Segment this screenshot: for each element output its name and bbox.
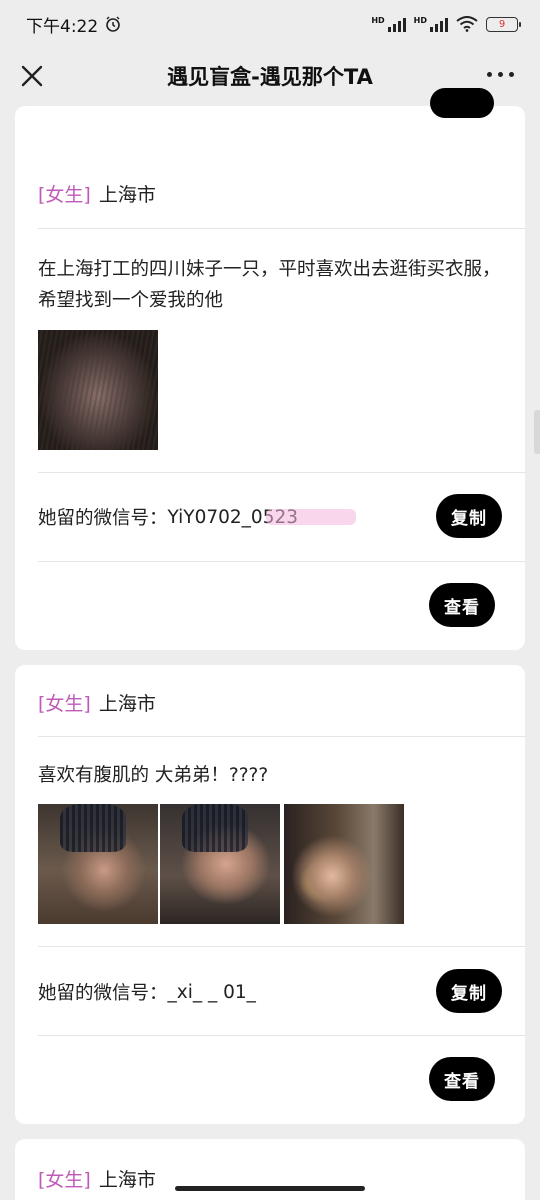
home-indicator[interactable] bbox=[175, 1186, 365, 1191]
divider bbox=[38, 472, 525, 473]
profile-description: 在上海打工的四川妹子一只，平时喜欢出去逛街买衣服，希望找到一个爱我的他 bbox=[38, 259, 501, 311]
status-bar: 下午4:22 HD HD 9 bbox=[0, 0, 540, 48]
gender-tag: [女生] bbox=[38, 184, 91, 206]
profile-photo[interactable] bbox=[284, 804, 404, 924]
divider bbox=[38, 561, 525, 562]
city-label: 上海市 bbox=[98, 1169, 156, 1191]
page-title: 遇见盲盒-遇见那个TA bbox=[167, 65, 373, 89]
cellular-signal-icon: HD bbox=[371, 16, 406, 32]
gender-tag: [女生] bbox=[38, 693, 91, 715]
profile-photo[interactable] bbox=[160, 804, 280, 924]
cellular-signal-2-icon: HD bbox=[414, 16, 448, 32]
wechat-row: 她留的微信号： _xi_ _ 01_ bbox=[38, 979, 256, 1005]
gender-tag: [女生] bbox=[38, 1169, 91, 1191]
status-time: 下午4:22 bbox=[26, 16, 99, 37]
battery-icon: 9 bbox=[486, 16, 521, 32]
wifi-icon bbox=[456, 16, 478, 32]
city-label: 上海市 bbox=[98, 184, 156, 206]
privacy-mask bbox=[266, 509, 357, 525]
profile-photo[interactable] bbox=[38, 330, 158, 450]
location-row: [女生] 上海市 bbox=[38, 180, 156, 207]
wechat-row: 她留的微信号： YiY0702_0523 bbox=[38, 504, 357, 530]
view-button[interactable]: 查看 bbox=[429, 1057, 495, 1101]
profile-card: [女生] 上海市 在上海打工的四川妹子一只，平时喜欢出去逛街买衣服，希望找到一个… bbox=[15, 88, 525, 650]
location-row: [女生] 上海市 bbox=[38, 689, 156, 716]
wechat-id: _xi_ _ 01_ bbox=[167, 981, 256, 1003]
wechat-label: 她留的微信号： bbox=[38, 983, 168, 1004]
battery-level: 9 bbox=[498, 18, 506, 30]
copy-button[interactable]: 复制 bbox=[436, 969, 502, 1013]
profile-card: [女生] 上海市 喜欢有腹肌的 大弟弟！???? 她留的微信号： _xi_ _ … bbox=[15, 665, 525, 1124]
divider bbox=[38, 946, 525, 947]
divider bbox=[38, 1035, 525, 1036]
wechat-label: 她留的微信号： bbox=[38, 508, 168, 529]
view-button[interactable]: 查看 bbox=[429, 583, 495, 627]
alarm-icon bbox=[106, 16, 120, 32]
more-options-icon[interactable] bbox=[487, 72, 514, 77]
location-row: [女生] 上海市 bbox=[38, 1165, 156, 1192]
previous-card-button[interactable] bbox=[430, 88, 494, 118]
profile-photo[interactable] bbox=[38, 804, 158, 924]
scrollbar[interactable] bbox=[534, 410, 540, 454]
city-label: 上海市 bbox=[98, 693, 156, 715]
divider bbox=[38, 228, 525, 229]
close-icon[interactable] bbox=[18, 62, 46, 90]
divider bbox=[38, 736, 525, 737]
profile-description: 喜欢有腹肌的 大弟弟！???? bbox=[38, 765, 269, 786]
copy-button[interactable]: 复制 bbox=[436, 494, 502, 538]
